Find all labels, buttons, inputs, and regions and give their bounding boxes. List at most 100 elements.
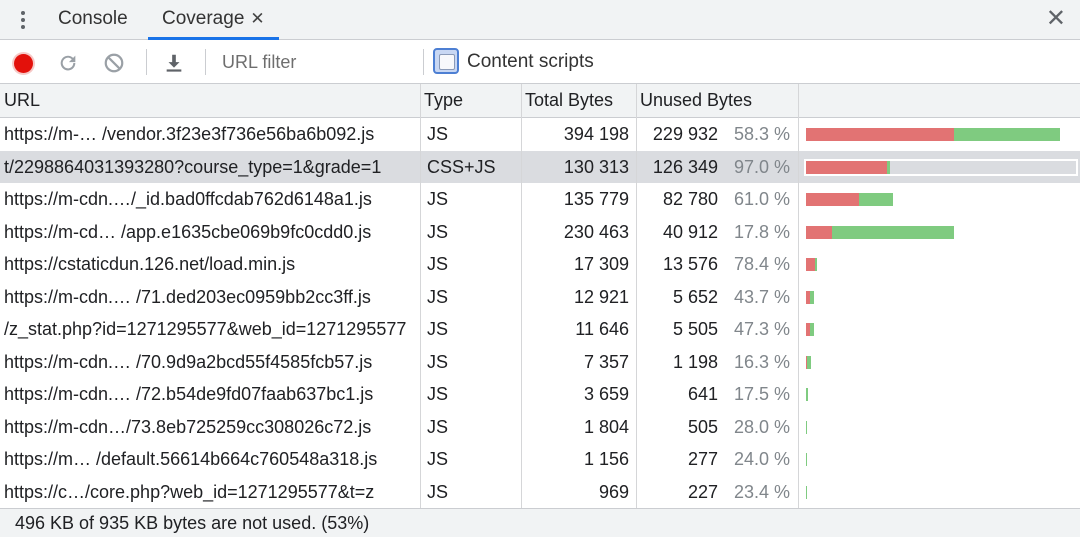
row-total-bytes: 230 463 [563,221,629,242]
usage-bar [806,420,1076,434]
table-row[interactable]: https://c…/core.php?web_id=1271295577&t=… [0,476,1080,509]
coverage-table-header: URL Type Total Bytes Unused Bytes [0,84,1080,118]
row-total-bytes: 130 313 [563,156,629,177]
row-unused-percent: 43.7 % [733,286,790,307]
row-url: https://m-cd… /app.e1635cbe069b9fc0cdd0.… [4,221,372,242]
tab-console-label: Console [58,8,128,29]
table-row[interactable]: t/2298864031393280?course_type=1&grade=1… [0,150,1080,183]
coverage-summary-status: 496 KB of 935 KB bytes are not used. (53… [0,508,1080,537]
used-bytes-segment [806,453,807,466]
row-total-bytes: 1 804 [583,416,629,437]
used-bytes-segment [806,420,808,434]
row-unused-percent: 23.4 % [733,481,790,502]
content-scripts-label[interactable]: Content scripts [467,51,594,73]
row-unused-percent: 61.0 % [733,189,790,209]
column-header-unused-bytes[interactable]: Unused Bytes [636,84,798,118]
row-type: JS [427,416,449,437]
table-row[interactable]: https://m-cdn…/73.8eb725259cc308026c72.j… [0,411,1080,444]
row-total-bytes: 7 357 [583,351,629,372]
table-row[interactable]: https://m… /default.56614b664c760548a318… [0,443,1080,476]
table-row[interactable]: https://m-cdn.… /71.ded203ec0959bb2cc3ff… [0,281,1080,314]
used-bytes-segment [832,225,955,239]
row-total-bytes: 12 921 [573,286,629,307]
usage-bar [806,128,1076,141]
toolbar-divider [205,49,206,75]
table-row[interactable]: https://cstaticdun.126.net/load.min.js JS… [0,248,1080,281]
row-url: https://m-cdn.… /72.b54de9fd07faab637bc1… [4,384,374,404]
used-bytes-segment [859,193,894,206]
record-button[interactable] [10,50,36,76]
row-unused-percent: 78.4 % [733,254,790,274]
row-unused-bytes: 641 [687,384,718,404]
row-unused-percent: 24.0 % [733,449,790,469]
row-total-bytes: 969 [598,481,629,502]
row-type: JS [427,221,449,242]
row-total-bytes: 1 156 [583,449,629,469]
row-usage-bar [806,258,1076,271]
row-total-bytes: 11 646 [575,319,629,339]
row-unused-percent: 58.3 % [733,124,790,144]
export-button[interactable] [161,50,187,76]
row-usage-bar [806,225,1076,239]
column-header-url[interactable]: URL [0,84,420,118]
table-row[interactable]: https://m-cdn.…/_id.bad0ffcdab762d6148a1… [0,183,1080,216]
row-usage-bar [806,128,1076,141]
used-bytes-segment [806,388,809,401]
usage-bar [806,323,1076,336]
block-icon [104,53,124,73]
row-unused-percent: 47.3 % [733,319,790,339]
row-usage-bar [806,453,1076,466]
row-usage-bar [806,323,1076,336]
toolbar-divider [423,49,424,75]
row-total-bytes: 135 779 [563,189,629,209]
download-icon [166,54,182,72]
more-tabs-menu-icon[interactable] [14,8,32,32]
row-unused-bytes: 505 [687,416,718,437]
used-bytes-segment [809,290,815,304]
url-filter-input[interactable] [210,47,415,77]
row-url: https://m-cdn.… /70.9d9a2bcd55f4585fcb57… [4,351,373,372]
row-unused-bytes: 277 [687,449,718,469]
row-type: JS [427,481,449,502]
unused-bytes-segment [806,225,833,239]
usage-bar [806,485,1076,499]
tab-close-icon[interactable]: ✕ [250,9,264,28]
table-row[interactable]: https://m-… /vendor.3f23e3f736e56ba6b092… [0,118,1080,151]
row-url: https://m-cdn.… /71.ded203ec0959bb2cc3ff… [4,286,371,307]
usage-bar [804,158,1078,176]
usage-bar [806,388,1076,401]
row-total-bytes: 17 309 [573,254,629,274]
row-unused-bytes: 1 198 [672,351,718,372]
row-type: JS [427,449,449,469]
clear-button[interactable] [101,50,127,76]
column-header-usage-visualization[interactable] [798,84,1080,118]
column-header-type[interactable]: Type [420,84,521,118]
table-row[interactable]: /z_stat.php?id=1271295577&web_id=1271295… [0,313,1080,346]
row-usage-bar [806,355,1076,369]
column-divider [636,84,637,508]
row-url: https://cstaticdun.126.net/load.min.js [4,254,296,274]
row-type: JS [427,319,449,339]
table-row[interactable]: https://m-cd… /app.e1635cbe069b9fc0cdd0.… [0,216,1080,249]
row-type: CSS+JS [427,156,496,177]
column-divider [521,84,522,508]
drawer-tab-bar: Console Coverage ✕ ✕ [0,0,1080,40]
row-unused-bytes: 227 [687,481,718,502]
row-unused-percent: 97.0 % [733,156,790,177]
row-total-bytes: 394 198 [563,124,629,144]
reload-button[interactable] [55,50,81,76]
close-drawer-icon[interactable]: ✕ [1046,5,1066,33]
usage-bar [806,193,1076,206]
content-scripts-checkbox[interactable] [433,48,459,74]
column-divider [798,84,799,508]
tab-coverage[interactable]: Coverage ✕ [148,0,279,40]
usage-bar [806,453,1076,466]
row-unused-percent: 16.3 % [733,351,790,372]
tab-console[interactable]: Console [58,0,128,40]
table-row[interactable]: https://m-cdn.… /72.b54de9fd07faab637bc1… [0,378,1080,411]
tab-coverage-label: Coverage [162,8,245,29]
row-unused-bytes: 40 912 [662,221,718,242]
row-type: JS [427,286,449,307]
column-header-total-bytes[interactable]: Total Bytes [521,84,636,118]
table-row[interactable]: https://m-cdn.… /70.9d9a2bcd55f4585fcb57… [0,346,1080,379]
